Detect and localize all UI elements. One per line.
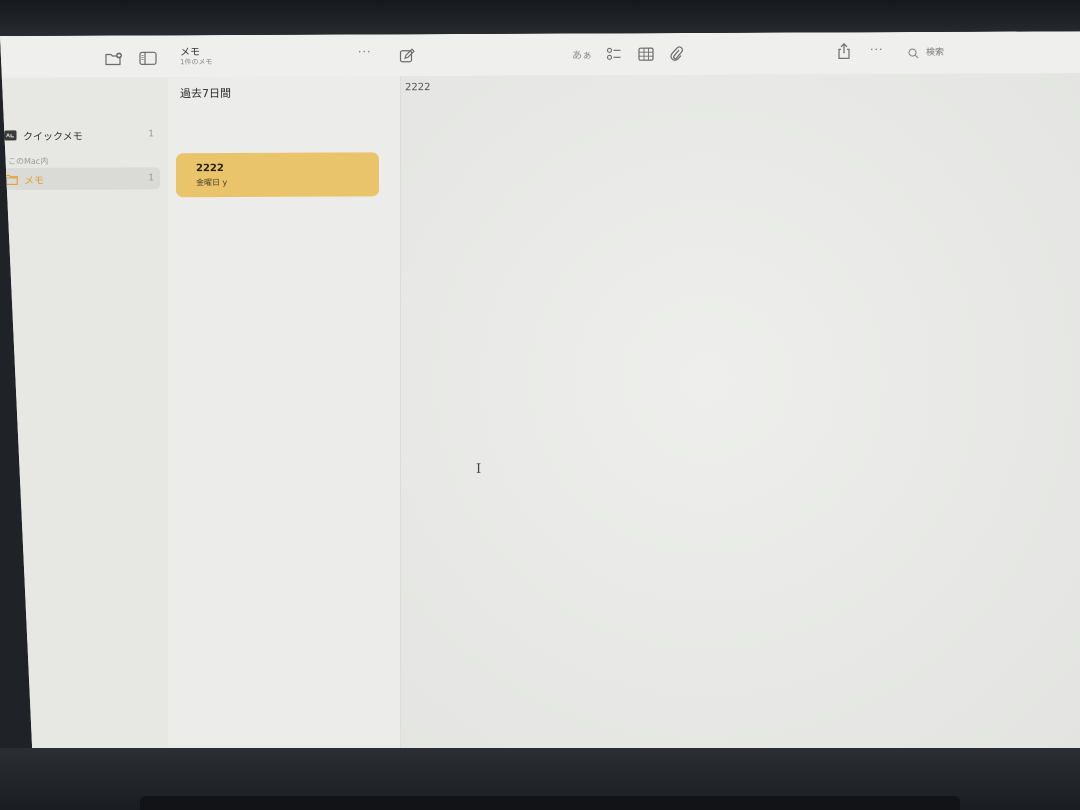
new-folder-icon[interactable] [104,49,124,67]
text-cursor-icon: I [476,461,482,477]
folder-icon [4,173,18,184]
bezel-bottom [0,748,1080,810]
more-button[interactable]: ··· [870,43,884,56]
sidebar-item-label: メモ [24,175,44,187]
note-list-item[interactable]: 2222 金曜日 y [176,152,379,197]
sidebar-item-count: 1 [148,173,154,184]
laptop-lip [140,796,960,810]
sidebar-item-label: クイックメモ [23,131,83,143]
sidebar-item-notes-folder[interactable]: メモ 1 [4,167,160,190]
compose-icon[interactable] [397,47,417,65]
share-icon[interactable] [834,42,854,60]
sidebar-item-quick-notes[interactable]: クイックメモ 1 [4,123,160,146]
folder-sidebar: クイックメモ 1 このMac内 メモ 1 [0,77,169,754]
note-list-section-header: 過去7日間 [180,86,231,101]
notes-window: メモ 1件のメモ ··· あぁ ··· 検索 クイックメモ 1 このMac内 メ… [0,31,1080,754]
checklist-icon[interactable] [604,45,624,63]
list-subtitle: 1件のメモ [180,58,213,67]
table-icon[interactable] [636,45,656,63]
toolbar: メモ 1件のメモ ··· あぁ ··· 検索 [0,31,1080,79]
sidebar-toggle-icon[interactable] [138,49,158,67]
note-title: 2222 [196,163,224,175]
format-button[interactable]: あぁ [572,46,592,61]
note-body[interactable]: 2222 [405,82,430,93]
note-editor[interactable]: 2222 I [401,73,1080,752]
quick-note-icon [4,129,17,140]
sidebar-section-title: このMac内 [8,156,49,166]
list-more-button[interactable]: ··· [358,45,372,58]
list-title: メモ [180,47,200,59]
sidebar-item-count: 1 [148,129,154,140]
search-field[interactable]: 検索 [926,45,944,58]
note-subtitle: 金曜日 y [196,178,228,188]
attachment-icon[interactable] [666,45,686,63]
search-icon [906,44,920,62]
note-list: 過去7日間 2222 金曜日 y [168,76,401,753]
